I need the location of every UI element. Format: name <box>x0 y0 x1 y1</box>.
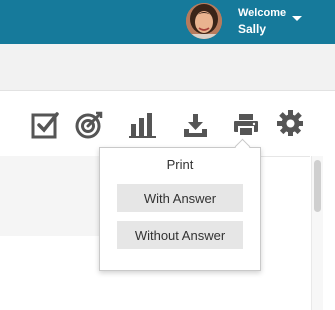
content-panel <box>0 156 108 236</box>
user-name[interactable]: Sally <box>238 22 266 37</box>
user-menu-chevron-down-icon[interactable] <box>292 16 302 21</box>
print-popover-title: Print <box>166 157 194 172</box>
welcome-label: Welcome <box>238 7 287 19</box>
gear-icon[interactable] <box>275 108 305 138</box>
print-popover: Print With Answer Without Answer <box>99 147 261 271</box>
print-icon[interactable] <box>231 110 261 140</box>
scrollbar-thumb[interactable] <box>314 160 321 212</box>
target-icon[interactable] <box>74 110 104 140</box>
checkbox-icon[interactable] <box>30 110 60 140</box>
download-icon[interactable] <box>181 110 211 140</box>
bar-chart-icon[interactable] <box>128 110 158 140</box>
page: Welcome Sally Print With Answer Without … <box>0 0 335 310</box>
user-avatar[interactable] <box>186 3 222 39</box>
print-with-answer-button[interactable]: With Answer <box>117 184 243 212</box>
print-without-answer-button[interactable]: Without Answer <box>117 221 243 249</box>
top-header: Welcome Sally <box>0 0 335 44</box>
sub-header-bar <box>0 44 335 91</box>
